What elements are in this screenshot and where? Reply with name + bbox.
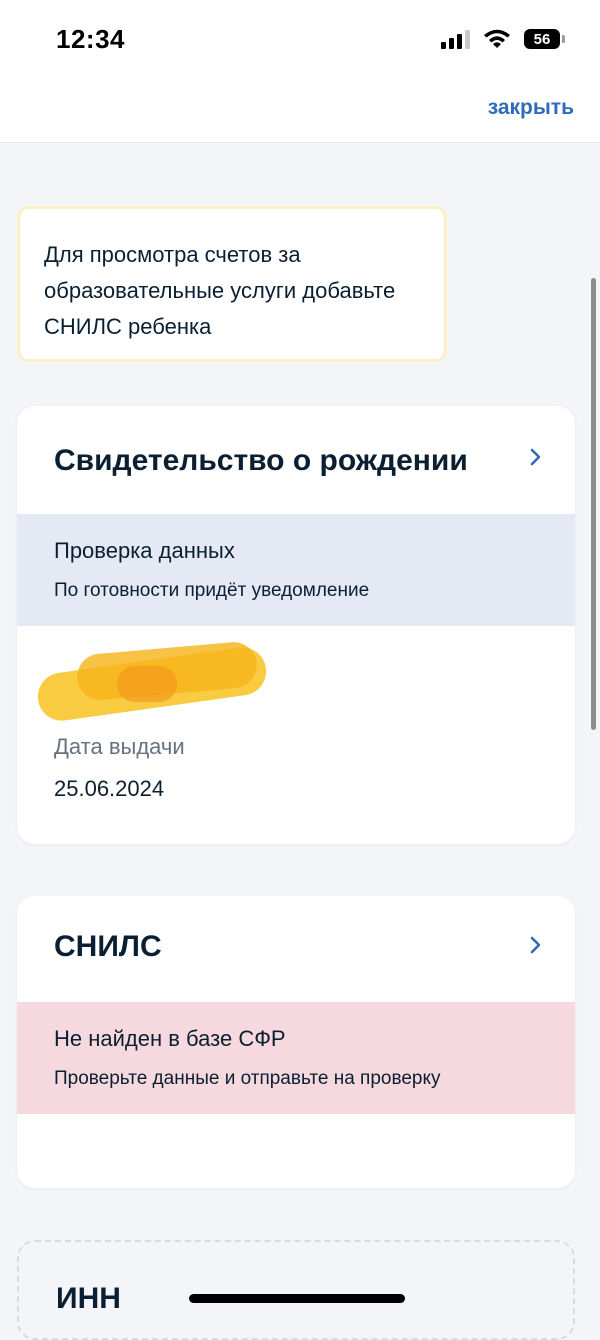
home-indicator[interactable] xyxy=(189,1294,405,1303)
chevron-right-icon[interactable] xyxy=(529,936,543,954)
status-bar: 12:34 56 xyxy=(0,0,600,80)
battery-icon: 56 xyxy=(524,29,565,49)
cellular-signal-icon xyxy=(441,29,470,49)
close-button[interactable]: закрыть xyxy=(488,96,574,120)
notice-text: Для просмотра счетов за образовательные … xyxy=(44,242,396,339)
inn-card[interactable]: ИНН xyxy=(17,1240,575,1340)
chevron-right-icon[interactable] xyxy=(529,448,543,466)
wifi-icon xyxy=(484,29,510,48)
redacted-scribble xyxy=(34,640,273,724)
status-subtitle: По готовности придёт уведомление xyxy=(54,580,370,601)
status-subtitle: Проверьте данные и отправьте на проверку xyxy=(54,1068,441,1089)
status-icons: 56 xyxy=(441,28,565,50)
scrollbar[interactable] xyxy=(591,278,596,730)
status-time: 12:34 xyxy=(56,24,125,54)
status-title: Не найден в базе СФР xyxy=(54,1026,286,1051)
birth-certificate-card[interactable]: Свидетельство о рождении Проверка данных… xyxy=(17,406,575,844)
issue-date-value: 25.06.2024 xyxy=(54,776,165,801)
nav-bar: закрыть xyxy=(0,80,600,143)
card-title: СНИЛС xyxy=(54,930,162,963)
snils-card[interactable]: СНИЛС Не найден в базе СФР Проверьте дан… xyxy=(17,896,575,1188)
status-title: Проверка данных xyxy=(54,538,235,563)
notice-banner: Для просмотра счетов за образовательные … xyxy=(17,206,447,362)
battery-level: 56 xyxy=(533,30,551,48)
card-title: ИНН xyxy=(56,1282,121,1315)
card-title: Свидетельство о рождении xyxy=(54,444,468,477)
status-block-error: Не найден в базе СФР Проверьте данные и … xyxy=(17,1002,575,1114)
status-block-info: Проверка данных По готовности придёт уве… xyxy=(17,514,575,626)
issue-date-label: Дата выдачи xyxy=(54,734,185,759)
